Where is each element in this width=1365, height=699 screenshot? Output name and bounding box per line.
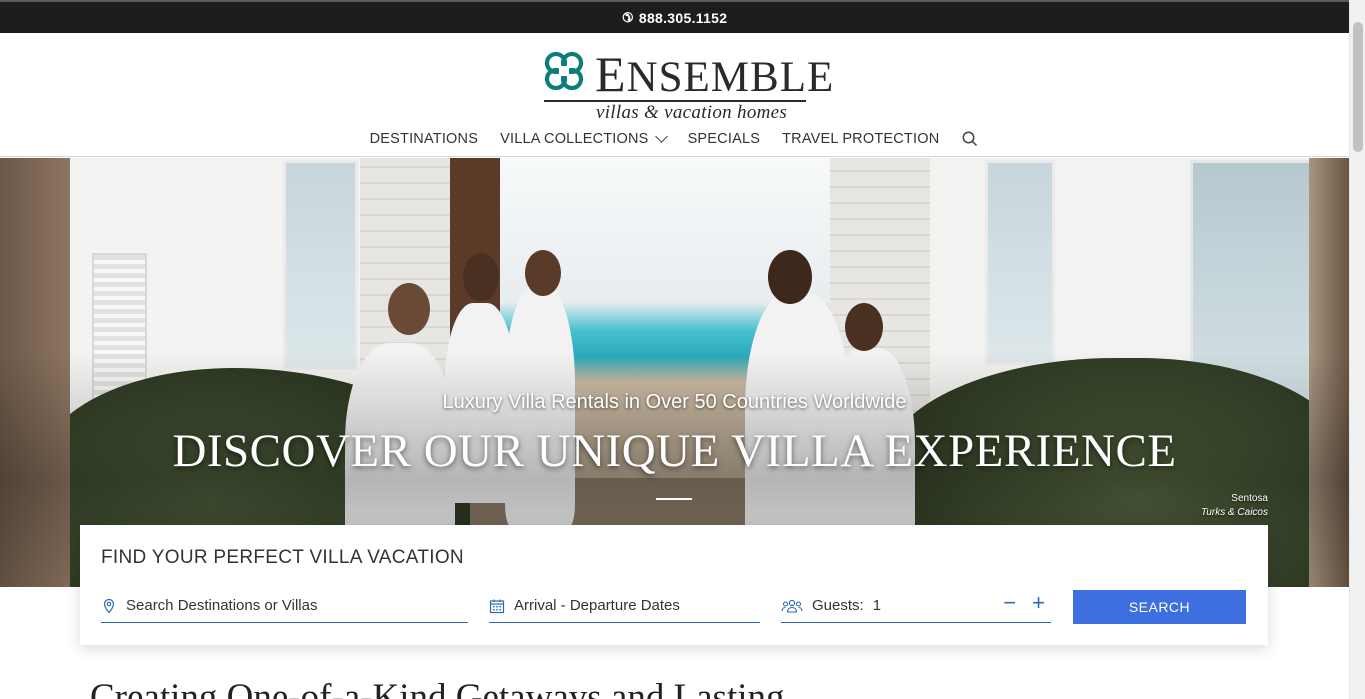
calendar-icon <box>489 599 505 613</box>
destination-search-input[interactable]: Search Destinations or Villas <box>101 589 468 623</box>
nav-destinations-label: DESTINATIONS <box>369 131 479 147</box>
scrollbar-thumb[interactable] <box>1353 22 1363 152</box>
logo-wordmark: ENSEMBLE <box>595 46 835 102</box>
search-card-title: FIND YOUR PERFECT VILLA VACATION <box>101 547 464 568</box>
destination-placeholder: Search Destinations or Villas <box>126 597 318 614</box>
guests-field: Guests: 1 − + <box>781 589 1051 623</box>
guests-stepper: − + <box>1003 592 1045 614</box>
ensemble-logo[interactable]: ENSEMBLE villas & vacation homes <box>540 45 833 123</box>
caption-location: Turks & Caicos <box>1200 507 1268 518</box>
increase-guests-button[interactable]: + <box>1032 592 1045 614</box>
top-phone-bar: ✆ 888.305.1152 <box>0 0 1349 33</box>
chevron-down-icon <box>654 130 668 143</box>
photo-caption: Sentosa Turks & Caicos <box>1201 492 1268 520</box>
nav-travel-protection-label: TRAVEL PROTECTION <box>782 131 940 147</box>
dates-picker-input[interactable]: Arrival - Departure Dates <box>489 589 760 623</box>
hero-subtitle: Luxury Villa Rentals in Over 50 Countrie… <box>442 391 907 413</box>
nav-specials[interactable]: SPECIALS <box>688 130 761 148</box>
villa-search-card: FIND YOUR PERFECT VILLA VACATION Search … <box>80 525 1268 645</box>
dates-placeholder: Arrival - Departure Dates <box>514 597 680 614</box>
nav-search[interactable] <box>961 130 979 148</box>
nav-destinations[interactable]: DESTINATIONS <box>370 130 478 148</box>
logo-knot-icon <box>544 51 584 91</box>
map-pin-icon <box>103 598 115 613</box>
hero-title: DISCOVER OUR UNIQUE VILLA EXPERIENCE <box>172 425 1177 477</box>
intro-heading: Creating One-of-a-Kind Getaways and Last… <box>90 677 785 699</box>
main-nav: DESTINATIONS VILLA COLLECTIONS SPECIALS … <box>0 130 1349 148</box>
logo-tagline: villas & vacation homes <box>596 102 788 123</box>
nav-villa-collections-label: VILLA COLLECTIONS <box>500 131 649 147</box>
nav-travel-protection[interactable]: TRAVEL PROTECTION <box>782 130 939 148</box>
hero-banner: Luxury Villa Rentals in Over 50 Countrie… <box>0 158 1349 587</box>
guests-icon <box>781 599 803 613</box>
hero-overlay <box>0 158 1349 587</box>
phone-number[interactable]: 888.305.1152 <box>639 10 727 26</box>
hero-divider <box>656 498 692 500</box>
decrease-guests-button[interactable]: − <box>1003 592 1016 614</box>
search-icon <box>962 131 978 147</box>
guests-label: Guests: <box>812 597 864 614</box>
nav-specials-label: SPECIALS <box>687 131 761 147</box>
nav-villa-collections[interactable]: VILLA COLLECTIONS <box>500 130 668 148</box>
search-button[interactable]: SEARCH <box>1073 590 1246 624</box>
site-header: ENSEMBLE villas & vacation homes DESTINA… <box>0 33 1349 157</box>
page-scrollbar[interactable] <box>1349 0 1365 699</box>
caption-villa-name: Sentosa <box>1231 493 1268 504</box>
phone-icon: ✆ <box>621 9 633 25</box>
guests-count: 1 <box>872 597 882 614</box>
